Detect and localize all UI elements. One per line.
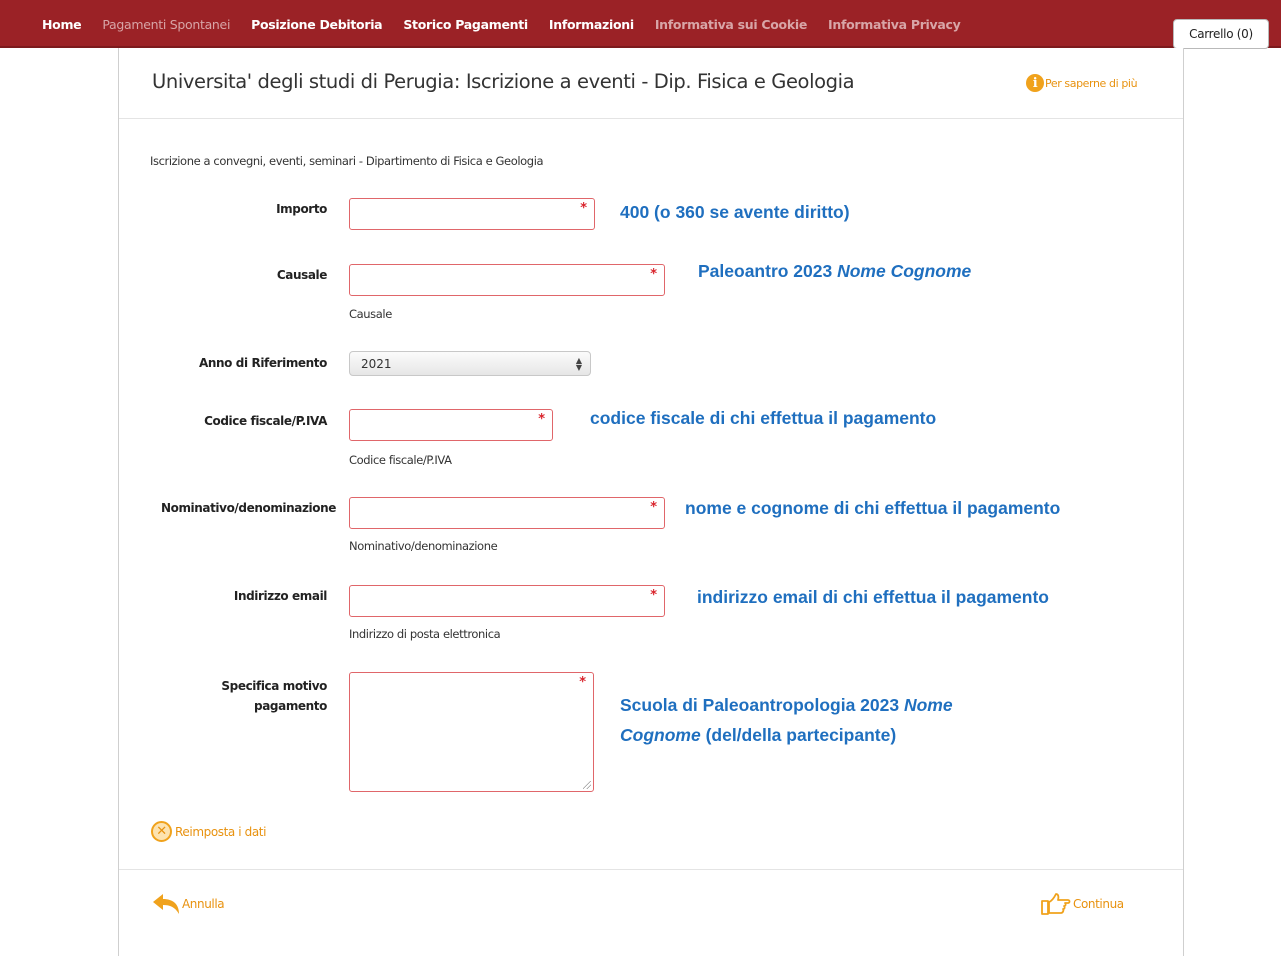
required-asterisk: * (579, 675, 586, 690)
select-arrows-icon: ▲ ▼ (575, 356, 582, 372)
continue-label: Continua (1073, 897, 1124, 911)
form-subtitle: Iscrizione a convegni, eventi, seminari … (150, 154, 544, 168)
email-field: * (349, 585, 665, 617)
cancel-label: Annulla (182, 897, 225, 911)
email-input[interactable] (350, 586, 664, 616)
codice-fiscale-helper: Codice fiscale/P.IVA (349, 453, 452, 467)
required-asterisk: * (650, 500, 657, 515)
nav-posizione-debitoria[interactable]: Posizione Debitoria (251, 17, 382, 32)
causale-input[interactable] (350, 265, 664, 295)
motivo-note-italic-1: Nome (903, 695, 953, 715)
required-asterisk: * (650, 588, 657, 603)
causale-note-text: Paleoantro 2023 (698, 261, 838, 281)
anno-select[interactable]: 2021 ▲ ▼ (349, 351, 591, 376)
page-title: Universita' degli studi di Perugia: Iscr… (152, 70, 855, 93)
importo-input[interactable] (350, 199, 594, 229)
causale-helper: Causale (349, 307, 392, 321)
motivo-note-suffix: (del/della partecipante) (700, 725, 897, 745)
resize-grip-icon[interactable] (583, 781, 591, 789)
email-note: indirizzo email di chi effettua il pagam… (697, 587, 1049, 607)
anno-label: Anno di Riferimento (199, 356, 327, 370)
reset-data-link[interactable]: ✕ Reimposta i dati (151, 821, 266, 842)
importo-note: 400 (o 360 se avente diritto) (620, 202, 850, 222)
info-icon: i (1026, 74, 1044, 92)
codice-fiscale-input[interactable] (350, 410, 552, 440)
motivo-label-line1: Specifica motivo (221, 679, 327, 693)
motivo-note-line1: Scuola di Paleoantropologia 2023 Nome (620, 690, 953, 720)
motivo-note-text: Scuola di Paleoantropologia 2023 (620, 695, 904, 715)
causale-note: Paleoantro 2023 Nome Cognome (698, 256, 971, 286)
more-info-label: Per saperne di più (1045, 76, 1138, 90)
motivo-field: * (349, 672, 594, 792)
motivo-label: Specifica motivo pagamento (180, 676, 327, 716)
nominativo-note: nome e cognome di chi effettua il pagame… (685, 498, 1061, 518)
causale-note-italic: Nome Cognome (837, 261, 972, 281)
nav-informazioni[interactable]: Informazioni (549, 17, 634, 32)
cart-button[interactable]: Carrello (0) (1173, 19, 1269, 49)
email-label: Indirizzo email (233, 589, 328, 603)
continue-button[interactable]: Continua (1040, 892, 1124, 916)
codice-fiscale-note: codice fiscale di chi effettua il pagame… (590, 408, 937, 428)
nav-informativa-cookie[interactable]: Informativa sui Cookie (655, 17, 808, 32)
motivo-note-line2: Cognome (del/della partecipante) (620, 720, 953, 750)
nav-home[interactable]: Home (42, 17, 82, 32)
importo-label: Importo (276, 202, 327, 216)
reset-data-label: Reimposta i dati (175, 824, 267, 839)
nav-storico-pagamenti[interactable]: Storico Pagamenti (403, 17, 528, 32)
motivo-note-italic-2: Cognome (620, 725, 701, 745)
main-menu: Home Pagamenti Spontanei Posizione Debit… (42, 0, 981, 48)
nav-pagamenti-spontanei[interactable]: Pagamenti Spontanei (102, 17, 230, 32)
motivo-textarea[interactable] (350, 673, 593, 791)
footer-divider (119, 869, 1183, 870)
top-navigation-bar: Home Pagamenti Spontanei Posizione Debit… (0, 0, 1281, 48)
causale-label: Causale (276, 268, 328, 282)
nominativo-input[interactable] (350, 498, 664, 528)
reply-arrow-icon (153, 894, 179, 914)
panel-header: Universita' degli studi di Perugia: Iscr… (119, 48, 1183, 119)
importo-field: * (349, 198, 595, 230)
motivo-label-line2: pagamento (254, 699, 327, 713)
close-circle-icon: ✕ (151, 821, 172, 842)
pointing-hand-icon (1041, 893, 1071, 915)
cancel-button[interactable]: Annulla (151, 892, 225, 916)
codice-fiscale-label: Codice fiscale/P.IVA (204, 414, 327, 428)
more-info-link[interactable]: i Per saperne di più (1026, 74, 1138, 92)
nominativo-label: Nominativo/denominazione (160, 501, 336, 515)
email-helper: Indirizzo di posta elettronica (349, 627, 501, 641)
required-asterisk: * (538, 412, 545, 427)
nominativo-field: * (349, 497, 665, 529)
required-asterisk: * (580, 201, 587, 216)
required-asterisk: * (650, 267, 657, 282)
motivo-note: Scuola di Paleoantropologia 2023 Nome Co… (620, 690, 953, 750)
anno-selected-value: 2021 (361, 356, 392, 371)
nav-informativa-privacy[interactable]: Informativa Privacy (828, 17, 961, 32)
causale-field: * (349, 264, 665, 296)
nominativo-helper: Nominativo/denominazione (349, 539, 498, 553)
codice-fiscale-field: * (349, 409, 553, 441)
